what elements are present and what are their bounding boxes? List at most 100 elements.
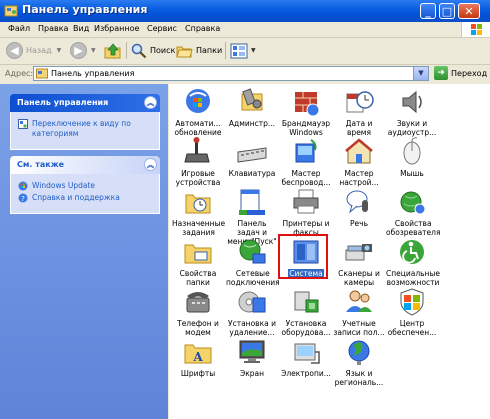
go-button[interactable]: Переход xyxy=(451,69,487,78)
help-icon: ? xyxy=(18,193,28,203)
item-add-remove-programs[interactable]: Установка и удаление... xyxy=(225,286,279,337)
windows-firewall-icon xyxy=(295,92,320,117)
item-label: Мастер настрой... xyxy=(339,169,379,187)
item-scanners-cameras[interactable]: Сканеры и камеры xyxy=(332,236,386,287)
back-label: Назад xyxy=(26,46,52,55)
sounds-audio-icon xyxy=(402,90,422,114)
user-accounts-icon xyxy=(346,290,372,312)
item-wireless-wizard[interactable]: Мастер беспровод... xyxy=(279,136,333,187)
item-speech[interactable]: Речь xyxy=(332,186,386,228)
folders-label: Папки xyxy=(196,46,223,55)
item-label: Админстр... xyxy=(228,119,276,128)
svg-text:?: ? xyxy=(21,195,25,203)
close-button[interactable]: ✕ xyxy=(458,3,480,19)
views-button[interactable]: ▼ xyxy=(230,40,256,61)
item-sounds-audio[interactable]: Звуки и аудиоустр... xyxy=(385,86,439,137)
item-mouse[interactable]: Мышь xyxy=(385,136,439,178)
switch-link-label: Переключение к виду по категориям xyxy=(32,119,131,138)
control-panel-window: Панель управления _ □ ✕ Файл Правка Вид … xyxy=(0,0,490,419)
item-security-center[interactable]: Центр обеспечен... xyxy=(385,286,439,337)
menu-tools[interactable]: Сервис xyxy=(147,24,177,33)
search-button[interactable]: Поиск xyxy=(131,40,175,61)
wireless-wizard-icon xyxy=(295,139,317,163)
network-setup-wizard-icon xyxy=(345,138,373,164)
item-automatic-updates[interactable]: Автомати... обновление xyxy=(171,86,225,137)
regional-language-icon xyxy=(348,340,370,365)
switch-to-category-view-link[interactable]: Переключение к виду по категориям xyxy=(18,119,152,139)
menu-edit[interactable]: Правка xyxy=(38,24,68,33)
menu-view[interactable]: Вид xyxy=(73,24,89,33)
search-icon xyxy=(131,43,147,58)
windows-update-link[interactable]: Windows Update xyxy=(18,181,152,191)
fonts-icon: A xyxy=(184,344,212,364)
item-label: Установка оборудова... xyxy=(281,319,331,337)
forward-button[interactable]: ▶ ▼ xyxy=(70,40,96,61)
address-dropdown-icon[interactable]: ▼ xyxy=(413,67,428,80)
collapse-icon[interactable]: ︽ xyxy=(144,158,157,171)
phone-modem-icon xyxy=(186,292,210,313)
item-keyboard[interactable]: Клавиатура xyxy=(225,136,279,178)
forward-dropdown-icon[interactable]: ▼ xyxy=(91,47,96,54)
item-phone-modem[interactable]: Телефон и модем xyxy=(171,286,225,337)
svg-text:A: A xyxy=(192,350,203,364)
item-windows-firewall[interactable]: Брандмауэр Windows xyxy=(279,86,333,137)
item-label: Мастер беспровод... xyxy=(281,169,331,187)
item-scheduled-tasks[interactable]: Назначенные задания xyxy=(171,186,225,237)
item-folder-options[interactable]: Свойства папки xyxy=(171,236,225,287)
display-icon xyxy=(239,340,265,363)
security-center-icon xyxy=(400,288,424,316)
search-label: Поиск xyxy=(150,46,176,55)
address-bar: Адрес: Панель управления ▼ ➜ Переход xyxy=(0,65,490,83)
item-date-time[interactable]: Дата и время xyxy=(332,86,386,137)
toolbar-separator xyxy=(225,42,226,59)
item-label: Брандмауэр Windows xyxy=(281,119,331,137)
see-also-title: См. также xyxy=(17,160,65,169)
item-label: Речь xyxy=(350,219,368,228)
control-panel-items: Автомати... обновление Админстр... Бранд… xyxy=(169,84,490,419)
item-display[interactable]: Экран xyxy=(225,336,279,378)
see-also-header[interactable]: См. также ︽ xyxy=(10,156,160,174)
address-input[interactable]: Панель управления ▼ xyxy=(33,66,429,81)
title-bar[interactable]: Панель управления _ □ ✕ xyxy=(0,0,490,22)
menu-file[interactable]: Файл xyxy=(8,24,30,33)
menu-help[interactable]: Справка xyxy=(185,24,220,33)
item-power-options[interactable]: Электропи... xyxy=(279,336,333,378)
back-dropdown-icon[interactable]: ▼ xyxy=(57,47,62,54)
item-printers-faxes[interactable]: Принтеры и факсы xyxy=(279,186,333,237)
window-title: Панель управления xyxy=(22,3,148,16)
panel-body: Переключение к виду по категориям xyxy=(10,112,160,150)
item-internet-options[interactable]: Свойства обозревателя xyxy=(385,186,440,237)
accessibility-options-icon xyxy=(400,240,424,264)
back-button[interactable]: ◀ Назад ▼ xyxy=(6,40,61,61)
minimize-button[interactable]: _ xyxy=(420,3,436,19)
up-button[interactable] xyxy=(104,40,122,61)
item-add-hardware[interactable]: Установка оборудова... xyxy=(279,286,333,337)
maximize-button[interactable]: □ xyxy=(439,3,455,19)
item-accessibility-options[interactable]: Специальные возможности xyxy=(385,236,440,287)
item-network-connections[interactable]: Сетевые подключения xyxy=(225,236,280,287)
help-support-link[interactable]: ? Справка и поддержка xyxy=(18,193,152,203)
task-pane: Панель управления ︽ Переключение к виду … xyxy=(0,84,168,419)
item-administrative-tools[interactable]: Админстр... xyxy=(225,86,279,128)
item-user-accounts[interactable]: Учетные записи пол... xyxy=(332,286,386,337)
item-network-setup-wizard[interactable]: Мастер настрой... xyxy=(332,136,386,187)
automatic-updates-icon xyxy=(186,89,210,113)
collapse-icon[interactable]: ︽ xyxy=(144,96,157,109)
menu-favorites[interactable]: Избранное xyxy=(94,24,139,33)
item-label: Автомати... обновление xyxy=(174,119,222,137)
item-label: Сетевые подключения xyxy=(226,269,280,287)
item-game-controllers[interactable]: Игровые устройства xyxy=(171,136,225,187)
keyboard-icon xyxy=(237,147,267,163)
item-label: Электропи... xyxy=(281,369,331,378)
go-arrow-icon[interactable]: ➜ xyxy=(434,66,448,80)
menu-bar: Файл Правка Вид Избранное Сервис Справка xyxy=(0,22,490,38)
control-panel-panel-header[interactable]: Панель управления ︽ xyxy=(10,94,160,112)
item-label: Клавиатура xyxy=(228,169,276,178)
item-fonts[interactable]: A Шрифты xyxy=(171,336,225,378)
folders-button[interactable]: Папки xyxy=(176,40,222,61)
item-label: Сканеры и камеры xyxy=(338,269,380,287)
views-icon xyxy=(230,43,248,58)
internet-options-icon xyxy=(400,191,426,215)
date-time-icon xyxy=(346,91,374,113)
item-regional-language[interactable]: Язык и региональ... xyxy=(332,336,386,387)
